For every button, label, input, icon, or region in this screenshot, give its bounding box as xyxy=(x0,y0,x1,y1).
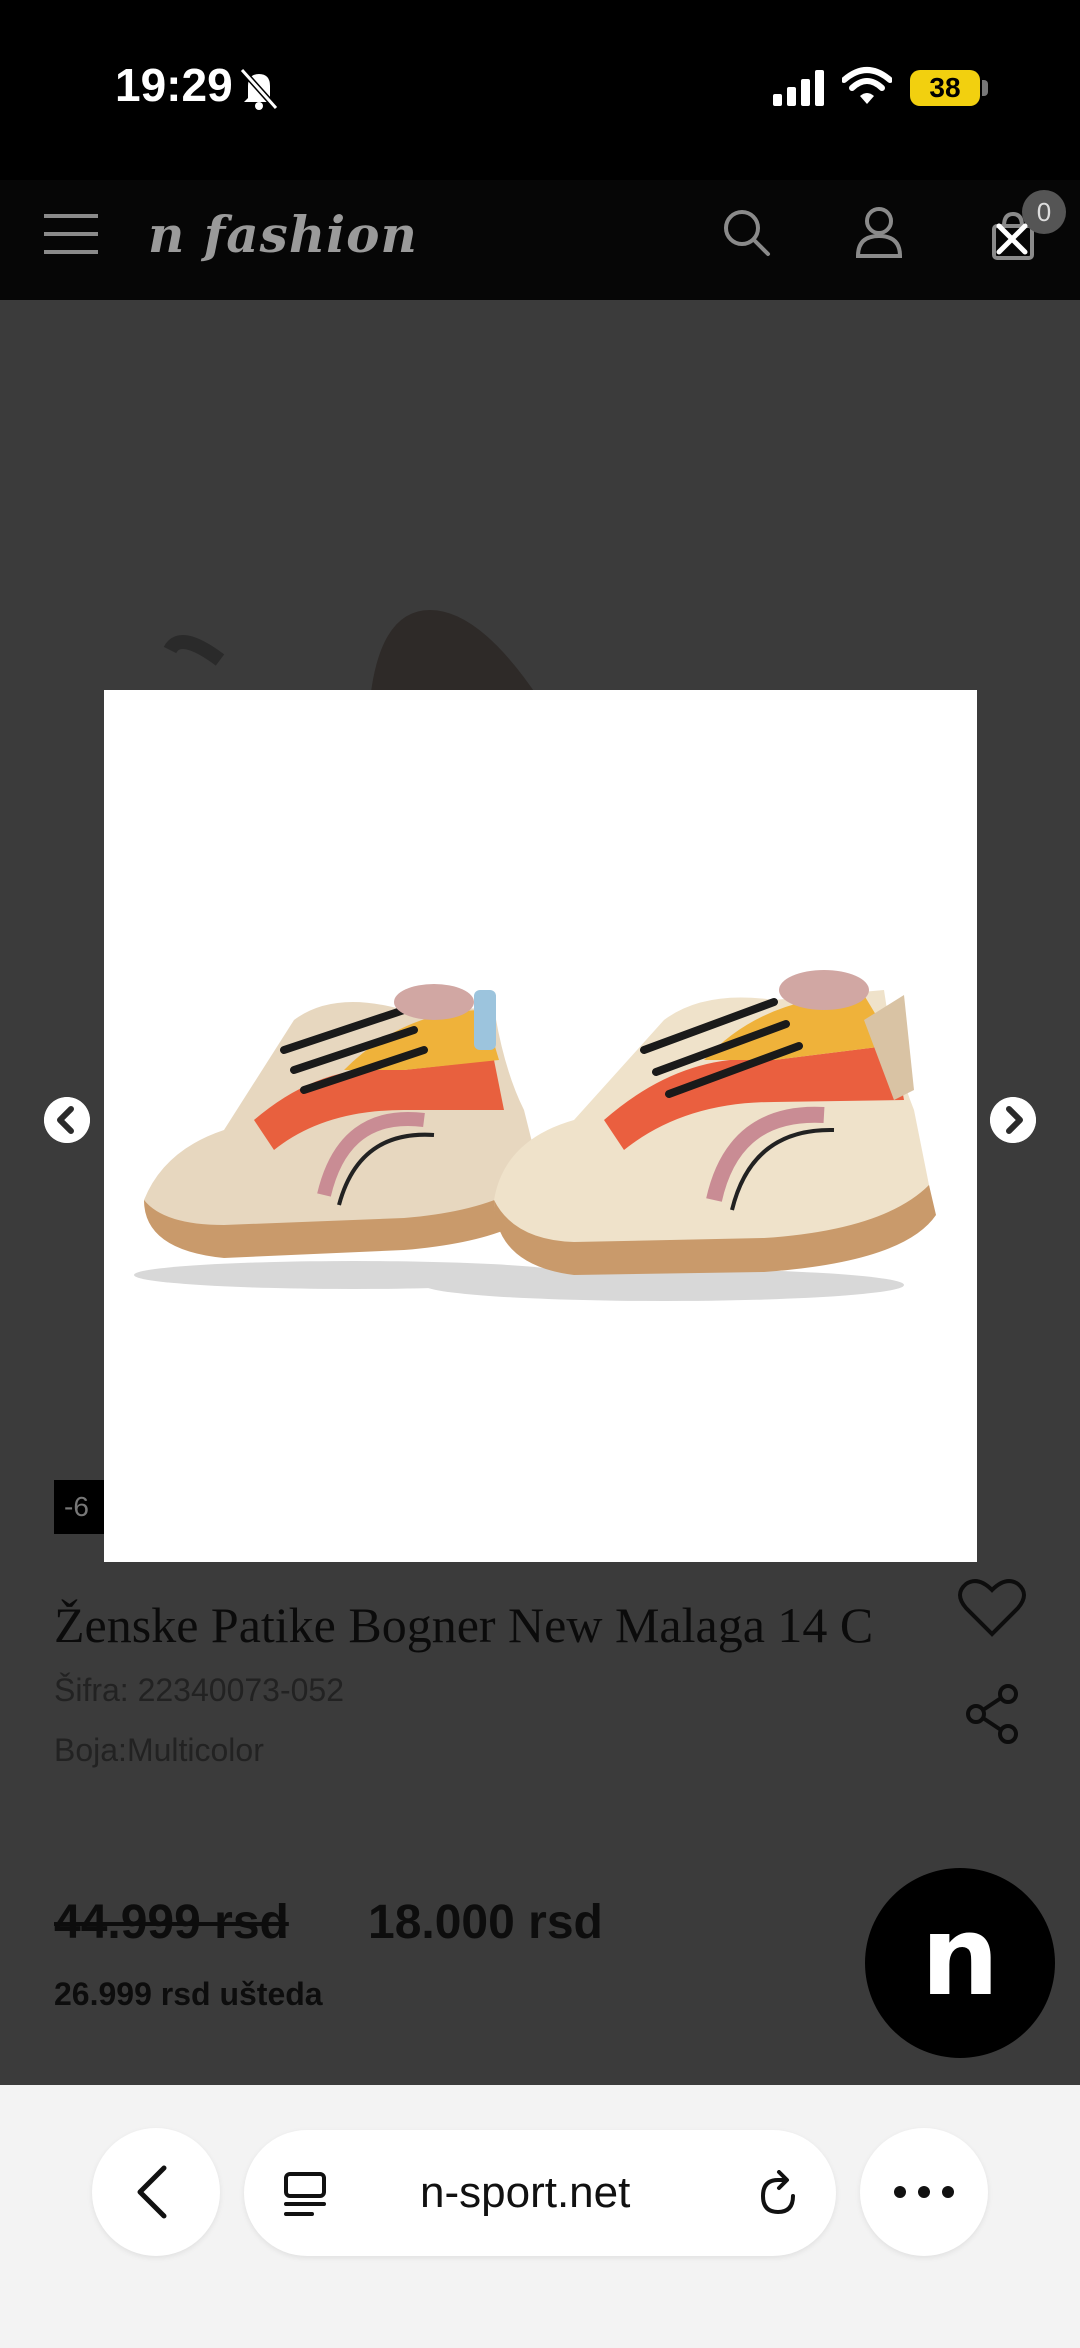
menu-icon[interactable] xyxy=(44,212,98,256)
more-icon xyxy=(894,2186,954,2198)
wifi-icon xyxy=(842,67,892,104)
reload-icon[interactable] xyxy=(755,2170,801,2218)
search-icon[interactable] xyxy=(722,208,772,258)
battery-tip xyxy=(982,80,988,96)
brand-fab-letter: n xyxy=(920,1892,1000,2020)
bell-slash-icon xyxy=(239,67,279,110)
share-icon[interactable] xyxy=(964,1684,1020,1744)
battery-icon: 38 xyxy=(910,70,980,106)
close-icon[interactable] xyxy=(993,220,1031,258)
chevron-right-icon[interactable] xyxy=(990,1097,1036,1143)
product-sku: Šifra: 22340073-052 xyxy=(54,1672,344,1708)
chevron-left-icon[interactable] xyxy=(44,1097,90,1143)
heart-icon[interactable] xyxy=(958,1578,1026,1638)
signal-icon xyxy=(773,70,824,106)
url-text[interactable]: n-sport.net xyxy=(420,2168,630,2218)
old-price: 44.999 rsd xyxy=(54,1896,289,1949)
more-button[interactable] xyxy=(860,2128,988,2256)
back-icon xyxy=(137,2165,167,2219)
product-title: Ženske Patike Bogner New Malaga 14 C xyxy=(54,1597,874,1653)
product-color: Boja:Multicolor xyxy=(54,1732,264,1768)
site-logo[interactable]: n fashion xyxy=(148,205,418,264)
new-price: 18.000 rsd xyxy=(368,1896,603,1949)
image-lightbox xyxy=(104,690,977,1562)
back-button[interactable] xyxy=(92,2128,220,2256)
saving-text: 26.999 rsd ušteda xyxy=(54,1976,323,2012)
tabs-icon[interactable] xyxy=(282,2172,328,2218)
user-icon[interactable] xyxy=(855,206,903,258)
status-time: 19:29 xyxy=(115,59,233,111)
brand-chat-button[interactable]: n xyxy=(865,1868,1055,2058)
sneakers-image xyxy=(134,970,936,1301)
